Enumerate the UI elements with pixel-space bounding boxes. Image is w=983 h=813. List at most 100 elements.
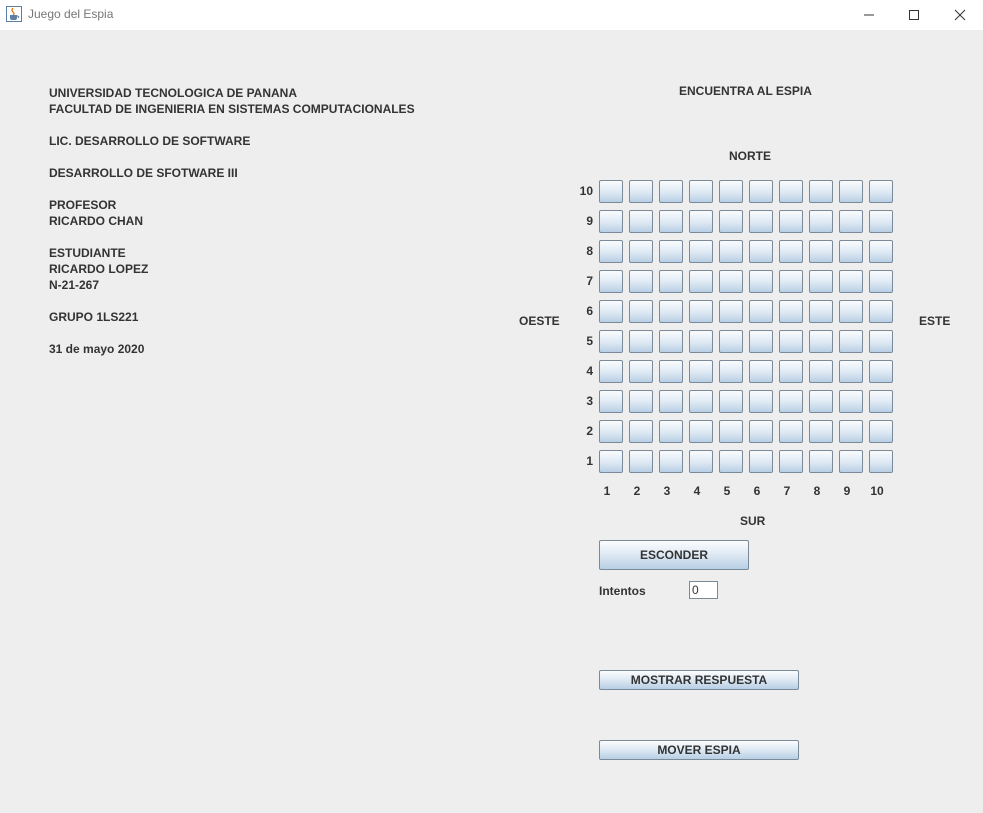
- grid-cell-r4-c10[interactable]: [869, 360, 893, 383]
- grid-cell-r1-c5[interactable]: [719, 450, 743, 473]
- grid-cell-r6-c1[interactable]: [599, 300, 623, 323]
- grid-cell-r3-c2[interactable]: [629, 390, 653, 413]
- grid-cell-r1-c4[interactable]: [689, 450, 713, 473]
- grid-cell-r6-c3[interactable]: [659, 300, 683, 323]
- grid-cell-r8-c5[interactable]: [719, 240, 743, 263]
- grid-cell-r6-c4[interactable]: [689, 300, 713, 323]
- grid-cell-r5-c2[interactable]: [629, 330, 653, 353]
- grid-cell-r8-c1[interactable]: [599, 240, 623, 263]
- grid-cell-r5-c5[interactable]: [719, 330, 743, 353]
- grid-cell-r7-c2[interactable]: [629, 270, 653, 293]
- grid-cell-r3-c7[interactable]: [779, 390, 803, 413]
- grid-cell-r4-c6[interactable]: [749, 360, 773, 383]
- grid-cell-r5-c10[interactable]: [869, 330, 893, 353]
- grid-cell-r7-c4[interactable]: [689, 270, 713, 293]
- grid-cell-r9-c6[interactable]: [749, 210, 773, 233]
- grid-cell-r5-c3[interactable]: [659, 330, 683, 353]
- grid-cell-r2-c8[interactable]: [809, 420, 833, 443]
- grid-cell-r8-c8[interactable]: [809, 240, 833, 263]
- grid-cell-r5-c9[interactable]: [839, 330, 863, 353]
- grid-cell-r3-c9[interactable]: [839, 390, 863, 413]
- grid-cell-r10-c2[interactable]: [629, 180, 653, 203]
- grid-cell-r9-c9[interactable]: [839, 210, 863, 233]
- grid-cell-r1-c6[interactable]: [749, 450, 773, 473]
- grid-cell-r8-c3[interactable]: [659, 240, 683, 263]
- grid-cell-r2-c4[interactable]: [689, 420, 713, 443]
- grid-cell-r1-c1[interactable]: [599, 450, 623, 473]
- grid-cell-r4-c4[interactable]: [689, 360, 713, 383]
- grid-cell-r9-c8[interactable]: [809, 210, 833, 233]
- grid-cell-r3-c4[interactable]: [689, 390, 713, 413]
- grid-cell-r7-c1[interactable]: [599, 270, 623, 293]
- grid-cell-r2-c6[interactable]: [749, 420, 773, 443]
- grid-cell-r2-c1[interactable]: [599, 420, 623, 443]
- grid-cell-r9-c10[interactable]: [869, 210, 893, 233]
- hide-button[interactable]: ESCONDER: [599, 540, 749, 570]
- grid-cell-r2-c5[interactable]: [719, 420, 743, 443]
- grid-cell-r4-c8[interactable]: [809, 360, 833, 383]
- grid-cell-r4-c2[interactable]: [629, 360, 653, 383]
- grid-cell-r7-c7[interactable]: [779, 270, 803, 293]
- grid-cell-r8-c7[interactable]: [779, 240, 803, 263]
- grid-cell-r4-c5[interactable]: [719, 360, 743, 383]
- grid-cell-r4-c1[interactable]: [599, 360, 623, 383]
- grid-cell-r3-c1[interactable]: [599, 390, 623, 413]
- grid-cell-r10-c7[interactable]: [779, 180, 803, 203]
- grid-cell-r2-c3[interactable]: [659, 420, 683, 443]
- grid-cell-r1-c7[interactable]: [779, 450, 803, 473]
- grid-cell-r5-c7[interactable]: [779, 330, 803, 353]
- grid-cell-r5-c4[interactable]: [689, 330, 713, 353]
- maximize-button[interactable]: [891, 0, 937, 30]
- grid-cell-r8-c2[interactable]: [629, 240, 653, 263]
- grid-cell-r10-c4[interactable]: [689, 180, 713, 203]
- move-spy-button[interactable]: MOVER ESPIA: [599, 740, 799, 760]
- grid-cell-r6-c7[interactable]: [779, 300, 803, 323]
- grid-cell-r2-c9[interactable]: [839, 420, 863, 443]
- grid-cell-r10-c1[interactable]: [599, 180, 623, 203]
- grid-cell-r7-c8[interactable]: [809, 270, 833, 293]
- grid-cell-r1-c3[interactable]: [659, 450, 683, 473]
- grid-cell-r4-c3[interactable]: [659, 360, 683, 383]
- grid-cell-r6-c10[interactable]: [869, 300, 893, 323]
- grid-cell-r10-c3[interactable]: [659, 180, 683, 203]
- grid-cell-r10-c10[interactable]: [869, 180, 893, 203]
- grid-cell-r4-c7[interactable]: [779, 360, 803, 383]
- grid-cell-r2-c10[interactable]: [869, 420, 893, 443]
- grid-cell-r7-c5[interactable]: [719, 270, 743, 293]
- grid-cell-r7-c6[interactable]: [749, 270, 773, 293]
- grid-cell-r6-c9[interactable]: [839, 300, 863, 323]
- grid-cell-r9-c2[interactable]: [629, 210, 653, 233]
- grid-cell-r1-c9[interactable]: [839, 450, 863, 473]
- grid-cell-r9-c1[interactable]: [599, 210, 623, 233]
- grid-cell-r3-c6[interactable]: [749, 390, 773, 413]
- grid-cell-r9-c5[interactable]: [719, 210, 743, 233]
- grid-cell-r3-c3[interactable]: [659, 390, 683, 413]
- grid-cell-r6-c2[interactable]: [629, 300, 653, 323]
- grid-cell-r5-c8[interactable]: [809, 330, 833, 353]
- grid-cell-r3-c5[interactable]: [719, 390, 743, 413]
- grid-cell-r8-c4[interactable]: [689, 240, 713, 263]
- grid-cell-r8-c9[interactable]: [839, 240, 863, 263]
- grid-cell-r7-c3[interactable]: [659, 270, 683, 293]
- grid-cell-r6-c8[interactable]: [809, 300, 833, 323]
- grid-cell-r10-c6[interactable]: [749, 180, 773, 203]
- grid-cell-r6-c5[interactable]: [719, 300, 743, 323]
- grid-cell-r5-c6[interactable]: [749, 330, 773, 353]
- grid-cell-r2-c2[interactable]: [629, 420, 653, 443]
- grid-cell-r9-c4[interactable]: [689, 210, 713, 233]
- grid-cell-r2-c7[interactable]: [779, 420, 803, 443]
- grid-cell-r7-c10[interactable]: [869, 270, 893, 293]
- attempts-field[interactable]: 0: [689, 581, 718, 599]
- grid-cell-r1-c2[interactable]: [629, 450, 653, 473]
- grid-cell-r4-c9[interactable]: [839, 360, 863, 383]
- minimize-button[interactable]: [846, 0, 892, 30]
- grid-cell-r3-c8[interactable]: [809, 390, 833, 413]
- grid-cell-r7-c9[interactable]: [839, 270, 863, 293]
- grid-cell-r5-c1[interactable]: [599, 330, 623, 353]
- grid-cell-r8-c6[interactable]: [749, 240, 773, 263]
- grid-cell-r6-c6[interactable]: [749, 300, 773, 323]
- grid-cell-r10-c9[interactable]: [839, 180, 863, 203]
- grid-cell-r9-c7[interactable]: [779, 210, 803, 233]
- grid-cell-r1-c8[interactable]: [809, 450, 833, 473]
- grid-cell-r10-c8[interactable]: [809, 180, 833, 203]
